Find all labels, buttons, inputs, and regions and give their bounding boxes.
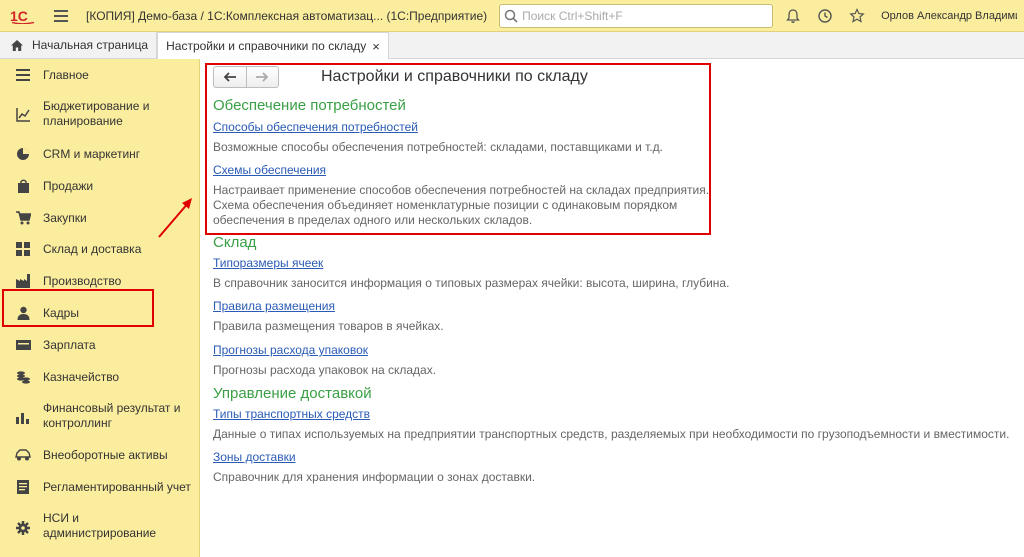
factory-icon <box>15 273 31 289</box>
sidebar-item-treasury[interactable]: Казначейство <box>0 369 200 385</box>
group-title-warehouse: Склад <box>213 234 257 251</box>
main-content: Настройки и справочники по складу Обеспе… <box>201 59 1024 557</box>
link-vehicle-types[interactable]: Типы транспортных средств <box>213 407 370 421</box>
pie-chart-icon <box>15 146 31 162</box>
sidebar-item-label: CRM и маркетинг <box>43 146 141 161</box>
sidebar-item-label: Закупки <box>43 210 87 225</box>
sidebar-item-warehouse[interactable]: Склад и доставка <box>0 241 200 257</box>
bar-chart-icon <box>15 409 31 425</box>
link-supply-schemes[interactable]: Схемы обеспечения <box>213 163 326 177</box>
sidebar-item-regulated-accounting[interactable]: Регламентированный учет <box>0 479 200 495</box>
link-description: Настраивает применение способов обеспече… <box>213 183 710 197</box>
link-description: Правила размещения товаров в ячейках. <box>213 319 444 333</box>
history-clock-icon[interactable] <box>815 6 835 26</box>
link-description: Данные о типах используемых на предприят… <box>213 427 1010 441</box>
tab-warehouse-settings-label: Настройки и справочники по складу <box>166 39 367 53</box>
sidebar-item-label: НСИ и администрирование <box>43 511 157 540</box>
link-description: В справочник заносится информация о типо… <box>213 276 730 290</box>
sidebar-item-label: Кадры <box>43 305 79 320</box>
menu-lines-icon <box>15 67 31 83</box>
link-placement-rules[interactable]: Правила размещения <box>213 299 335 313</box>
link-description: Справочник для хранения информации о зон… <box>213 470 536 484</box>
search-box[interactable] <box>499 3 774 28</box>
sidebar-item-fixed-assets[interactable]: Внеоборотные активы <box>0 447 200 463</box>
close-tab-icon[interactable]: × <box>372 39 380 54</box>
group-title-delivery: Управление доставкой <box>213 385 372 402</box>
page-title: Настройки и справочники по складу <box>321 68 588 85</box>
sidebar-item-label: Склад и доставка <box>43 241 142 256</box>
sidebar-item-label: Внеоборотные активы <box>43 447 168 462</box>
document-icon <box>15 479 31 495</box>
shopping-bag-icon <box>15 178 31 194</box>
warehouse-grid-icon <box>15 241 31 257</box>
sidebar-item-sales[interactable]: Продажи <box>0 178 200 194</box>
link-cell-sizes[interactable]: Типоразмеры ячеек <box>213 256 323 270</box>
tab-home-label: Начальная страница <box>32 38 149 52</box>
sidebar-item-purchases[interactable]: Закупки <box>0 210 200 226</box>
home-icon <box>11 39 23 51</box>
favorites-star-icon[interactable] <box>847 6 867 26</box>
sidebar-item-label: Регламентированный учет <box>43 479 191 494</box>
sidebar-item-label: Казначейство <box>43 369 120 384</box>
search-input[interactable] <box>522 8 763 23</box>
sidebar-item-main[interactable]: Главное <box>0 67 200 83</box>
app-title: [КОПИЯ] Демо-база / 1С:Комплексная автом… <box>86 8 488 23</box>
link-description: Схема обеспечения объединяет номенклатур… <box>213 198 678 212</box>
sidebar-item-salary[interactable]: Зарплата <box>0 337 200 353</box>
sidebar-item-financial-result[interactable]: Финансовый результат и контроллинг <box>0 401 200 431</box>
wallet-icon <box>15 337 31 353</box>
sidebar: Главное Бюджетирование и планирование CR… <box>0 59 200 557</box>
sidebar-item-production[interactable]: Производство <box>0 273 200 289</box>
gear-icon <box>15 520 31 536</box>
link-description: Возможные способы обеспечения потребност… <box>213 140 663 154</box>
navigation-buttons <box>213 66 279 88</box>
forward-arrow-icon[interactable] <box>245 67 279 87</box>
notifications-bell-icon[interactable] <box>783 6 803 26</box>
budget-chart-icon <box>15 106 31 122</box>
link-package-forecasts[interactable]: Прогнозы расхода упаковок <box>213 343 368 357</box>
top-bar: 1С [КОПИЯ] Демо-база / 1С:Комплексная ав… <box>0 0 1024 32</box>
link-supply-methods[interactable]: Способы обеспечения потребностей <box>213 120 418 134</box>
sidebar-item-label: Производство <box>43 273 122 288</box>
sidebar-item-label: Продажи <box>43 178 94 193</box>
sidebar-item-crm[interactable]: CRM и маркетинг <box>0 146 200 162</box>
tab-warehouse-settings[interactable]: Настройки и справочники по складу × <box>157 32 389 59</box>
sidebar-item-label: Главное <box>43 67 89 82</box>
group-title-supply: Обеспечение потребностей <box>213 97 406 114</box>
person-icon <box>15 305 31 321</box>
logo-1c-icon[interactable]: 1С <box>10 8 38 24</box>
car-icon <box>15 447 31 463</box>
link-description: обеспечения в пределах одного или нескол… <box>213 213 533 227</box>
cart-icon <box>15 210 31 226</box>
tab-home[interactable]: Начальная страница <box>0 32 158 58</box>
sidebar-item-label: Бюджетирование и планирование <box>43 99 150 128</box>
sidebar-item-budget[interactable]: Бюджетирование и планирование <box>0 99 200 129</box>
link-delivery-zones[interactable]: Зоны доставки <box>213 450 296 464</box>
user-name[interactable]: Орлов Александр Владимирович <box>881 10 1017 22</box>
tab-bar: Начальная страница Настройки и справочни… <box>0 32 1024 59</box>
sidebar-item-nsi-admin[interactable]: НСИ и администрирование <box>0 511 200 541</box>
svg-text:1С: 1С <box>10 8 28 24</box>
search-icon <box>504 9 518 23</box>
sidebar-item-hr[interactable]: Кадры <box>0 305 200 321</box>
main-menu-icon[interactable] <box>50 5 72 27</box>
back-arrow-icon[interactable] <box>214 67 246 87</box>
sidebar-item-label: Зарплата <box>43 337 96 352</box>
coins-icon <box>15 369 31 385</box>
link-description: Прогнозы расхода упаковок на складах. <box>213 363 437 377</box>
sidebar-item-label: Финансовый результат и контроллинг <box>43 401 181 430</box>
